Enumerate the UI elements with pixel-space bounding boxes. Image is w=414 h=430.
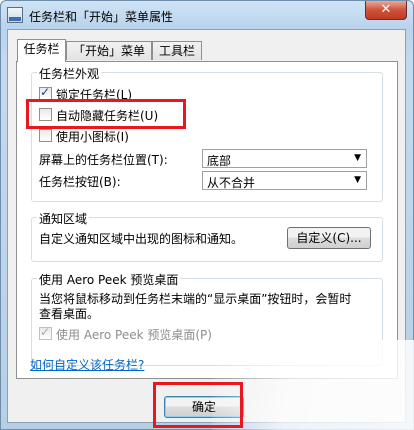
taskbar-location-label: 屏幕上的任务栏位置(T): [39,153,168,167]
small-icons-label[interactable]: 使用小图标(I) [56,128,129,145]
taskbar-tab-panel: 任务栏外观 锁定任务栏(L) 自动隐藏任务栏(U) 使用小图标(I) 屏幕上的任… [16,61,398,379]
notification-area-title: 通知区域 [37,210,90,227]
aero-peek-checkbox[interactable] [39,325,52,340]
help-link[interactable]: 如何自定义该任务栏? [30,356,144,373]
tab-toolbars[interactable]: 工具栏 [152,41,202,60]
autohide-taskbar-label[interactable]: 自动隐藏任务栏(U) [56,107,158,124]
lock-taskbar-label[interactable]: 锁定任务栏(L) [56,86,132,103]
notification-area-description: 自定义通知区域中出现的图标和通知。 [39,232,244,246]
ok-button[interactable]: 确定 [164,396,244,418]
customize-button[interactable]: 自定义(C)... [287,227,371,249]
autohide-taskbar-checkbox[interactable] [39,108,52,121]
dropdown-arrow-icon: ▼ [354,175,361,185]
lock-taskbar-checkbox[interactable] [39,85,52,100]
taskbar-location-value: 底部 [207,154,232,168]
small-icons-checkbox[interactable] [39,129,52,142]
appearance-group-title: 任务栏外观 [37,65,102,82]
window-title: 任务栏和「开始」菜单属性 [29,10,174,24]
aero-peek-description-line2: 查看桌面。 [39,307,100,321]
aero-peek-title: 使用 Aero Peek 预览桌面 [37,271,181,288]
dropdown-arrow-icon: ▼ [354,153,361,163]
aero-peek-checkbox-label[interactable]: 使用 Aero Peek 预览桌面(P) [56,326,212,343]
taskbar-buttons-select[interactable]: 从不合并 ▼ [202,171,367,190]
tab-taskbar[interactable]: 任务栏 [17,39,66,62]
dialog-client: 任务栏 「开始」菜单 工具栏 任务栏外观 锁定任务栏(L) 自动隐藏任务栏(U)… [7,29,406,423]
taskbar-app-icon [7,7,23,23]
taskbar-buttons-value: 从不合并 [207,176,256,190]
tab-start-menu[interactable]: 「开始」菜单 [66,41,152,60]
title-bar[interactable]: 任务栏和「开始」菜单属性 ✕ [1,1,413,29]
taskbar-buttons-label: 任务栏按钮(B): [39,175,121,189]
taskbar-properties-window: 任务栏和「开始」菜单属性 ✕ 任务栏 「开始」菜单 工具栏 任务栏外观 锁定任务… [0,0,414,430]
close-button[interactable]: ✕ [365,1,407,20]
taskbar-location-select[interactable]: 底部 ▼ [202,149,367,168]
